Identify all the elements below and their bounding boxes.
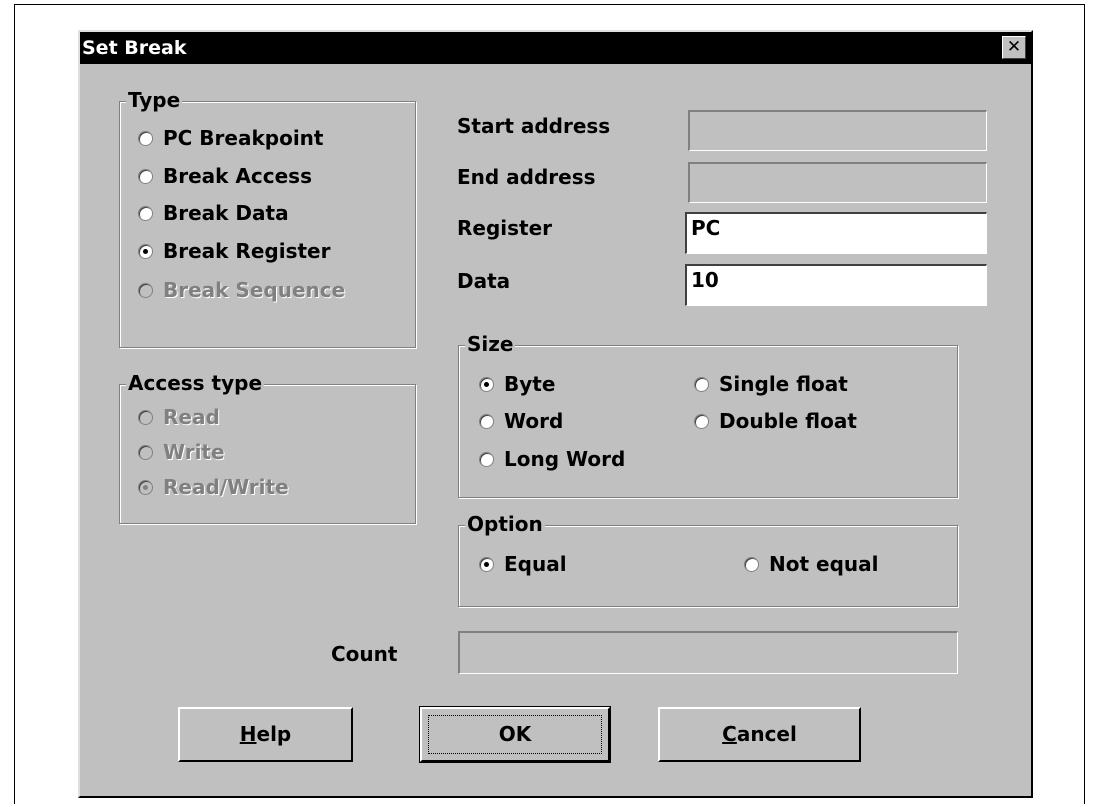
end-address-field[interactable] [688,162,987,203]
option-group: Option Equal Not equal [458,512,958,607]
data-input[interactable]: 10 [685,264,987,306]
count-field[interactable] [458,631,958,674]
start-address-label: Start address [457,114,611,138]
radio-break-register[interactable]: Break Register [138,239,330,263]
radio-pc-breakpoint[interactable]: PC Breakpoint [138,126,323,150]
radio-button-icon [138,282,153,298]
cancel-button[interactable]: Cancel [658,707,861,762]
option-group-legend: Option [465,512,545,536]
cancel-mnemonic: C [722,722,737,746]
radio-equal[interactable]: Equal [479,552,567,576]
radio-label: Single float [719,372,848,396]
dialog-title: Set Break [82,37,187,59]
access-type-legend: Access type [126,371,265,395]
close-button[interactable]: ✕ [1002,36,1026,59]
radio-button-icon [744,556,759,572]
radio-label: PC Breakpoint [163,126,324,150]
radio-label: Break Sequence [163,278,346,302]
radio-button-icon [138,168,153,184]
radio-label: Not equal [769,552,879,576]
set-break-dialog: Set Break ✕ Type PC Breakpoint Break Acc… [78,30,1033,798]
ok-button[interactable]: OK [419,706,611,763]
radio-double-float[interactable]: Double float [694,409,857,433]
size-group: Size Byte Word Long Word Single float Do… [458,332,958,498]
radio-label: Write [163,440,225,464]
radio-read-write[interactable]: Read/Write [138,475,289,499]
type-group-legend: Type [126,88,183,112]
close-icon: ✕ [1006,37,1022,57]
count-label: Count [331,642,398,666]
start-address-field[interactable] [688,110,987,151]
radio-label: Long Word [504,447,626,471]
radio-label: Equal [504,552,567,576]
radio-not-equal[interactable]: Not equal [744,552,878,576]
type-group: Type PC Breakpoint Break Access Break Da… [119,88,416,348]
help-mnemonic: H [239,722,257,746]
end-address-label: End address [457,165,596,189]
radio-button-icon [138,130,153,146]
radio-label: Break Data [163,201,289,225]
radio-byte[interactable]: Byte [479,372,555,396]
cancel-label: ancel [736,722,797,746]
radio-label: Break Register [163,239,331,263]
radio-button-selected-icon [479,376,494,392]
radio-break-sequence[interactable]: Break Sequence [138,278,345,302]
register-input[interactable]: PC [685,212,987,254]
radio-break-access[interactable]: Break Access [138,164,312,188]
radio-button-icon [694,376,709,392]
radio-write[interactable]: Write [138,440,225,464]
help-label: elp [256,722,292,746]
radio-button-icon [138,205,153,221]
title-bar: Set Break ✕ [80,32,1031,64]
register-label: Register [457,216,553,240]
radio-break-data[interactable]: Break Data [138,201,289,225]
radio-button-selected-icon [479,556,494,572]
help-button[interactable]: Help [178,707,353,762]
radio-long-word[interactable]: Long Word [479,447,625,471]
radio-button-icon [694,413,709,429]
radio-button-selected-icon [138,243,153,259]
radio-label: Read [163,405,220,429]
radio-word[interactable]: Word [479,409,563,433]
ok-label: OK [498,722,532,746]
radio-label: Byte [504,372,556,396]
radio-button-icon [138,444,153,460]
radio-single-float[interactable]: Single float [694,372,848,396]
data-label: Data [457,269,511,293]
radio-button-icon [479,413,494,429]
radio-label: Double float [719,409,857,433]
radio-label: Break Access [163,164,312,188]
radio-label: Word [504,409,564,433]
size-group-legend: Size [465,332,516,356]
radio-label: Read/Write [163,475,289,499]
radio-read[interactable]: Read [138,405,220,429]
radio-button-icon [479,451,494,467]
radio-button-icon [138,409,153,425]
access-type-group: Access type Read Write Read/Write [119,371,416,524]
radio-button-selected-icon [138,479,153,495]
